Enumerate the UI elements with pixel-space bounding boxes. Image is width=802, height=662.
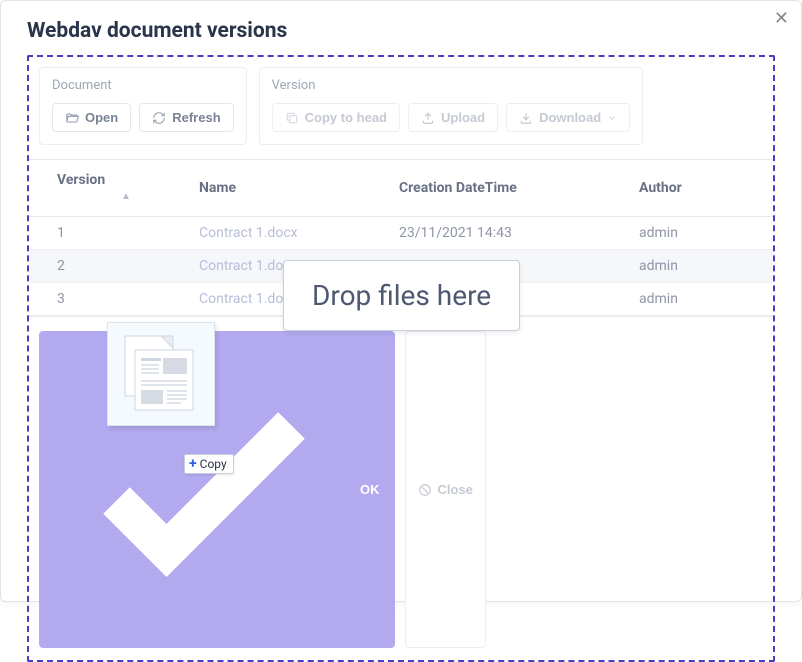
drag-ghost (107, 322, 215, 426)
cell-author: admin (629, 283, 773, 316)
col-creation[interactable]: Creation DateTime (389, 160, 629, 217)
close-button[interactable]: Close (405, 331, 486, 648)
col-author[interactable]: Author (629, 160, 773, 217)
upload-icon (421, 111, 435, 125)
upload-button[interactable]: Upload (408, 103, 498, 132)
document-icon (121, 334, 201, 414)
toolbar-panels: Document Open Refresh (39, 67, 763, 145)
download-button[interactable]: Download (506, 103, 630, 132)
copy-cursor-badge: + Copy (184, 454, 234, 474)
copy-badge-label: Copy (200, 457, 227, 471)
col-version[interactable]: Version ▲ (29, 160, 189, 217)
cancel-icon (418, 483, 432, 497)
copy-to-head-button[interactable]: Copy to head (272, 103, 400, 132)
versions-table: Version ▲ Name Creation DateTime Author … (29, 159, 773, 317)
cell-version: 3 (29, 283, 189, 316)
panel-version-title: Version (272, 78, 631, 93)
panel-version: Version Copy to head Upload (259, 67, 644, 145)
cell-creation: 23/11/2021 14:43 (389, 217, 629, 250)
download-icon (519, 111, 533, 125)
col-name[interactable]: Name (189, 160, 389, 217)
chevron-down-icon (607, 111, 617, 125)
panel-document-title: Document (52, 78, 234, 93)
dropzone[interactable]: Document Open Refresh (27, 55, 775, 662)
open-button-label: Open (85, 110, 118, 125)
ok-button[interactable]: OK (39, 331, 395, 648)
modal-title: Webdav document versions (27, 19, 775, 43)
cell-version: 2 (29, 250, 189, 283)
table-row[interactable]: 1 Contract 1.docx 23/11/2021 14:43 admin (29, 217, 773, 250)
drop-hint: Drop files here (283, 260, 520, 331)
refresh-icon (152, 111, 166, 125)
cell-version: 1 (29, 217, 189, 250)
refresh-button[interactable]: Refresh (139, 103, 233, 132)
copy-icon (285, 111, 299, 125)
modal-header: Webdav document versions ✕ (1, 1, 801, 55)
open-button[interactable]: Open (52, 103, 131, 132)
modal-webdav-versions: Webdav document versions ✕ Document Open (0, 0, 802, 602)
panel-document: Document Open Refresh (39, 67, 247, 145)
refresh-button-label: Refresh (172, 110, 220, 125)
plus-icon: + (189, 457, 197, 471)
upload-label: Upload (441, 110, 485, 125)
table-header: Version ▲ Name Creation DateTime Author (29, 160, 773, 217)
sort-asc-icon: ▲ (121, 191, 131, 202)
download-label: Download (539, 110, 601, 125)
copy-to-head-label: Copy to head (305, 110, 387, 125)
cell-author: admin (629, 250, 773, 283)
close-icon[interactable]: ✕ (774, 9, 789, 27)
ok-label: OK (360, 482, 380, 497)
cell-name: Contract 1.docx (189, 217, 389, 250)
folder-open-icon (65, 111, 79, 125)
cell-author: admin (629, 217, 773, 250)
close-label: Close (438, 482, 473, 497)
